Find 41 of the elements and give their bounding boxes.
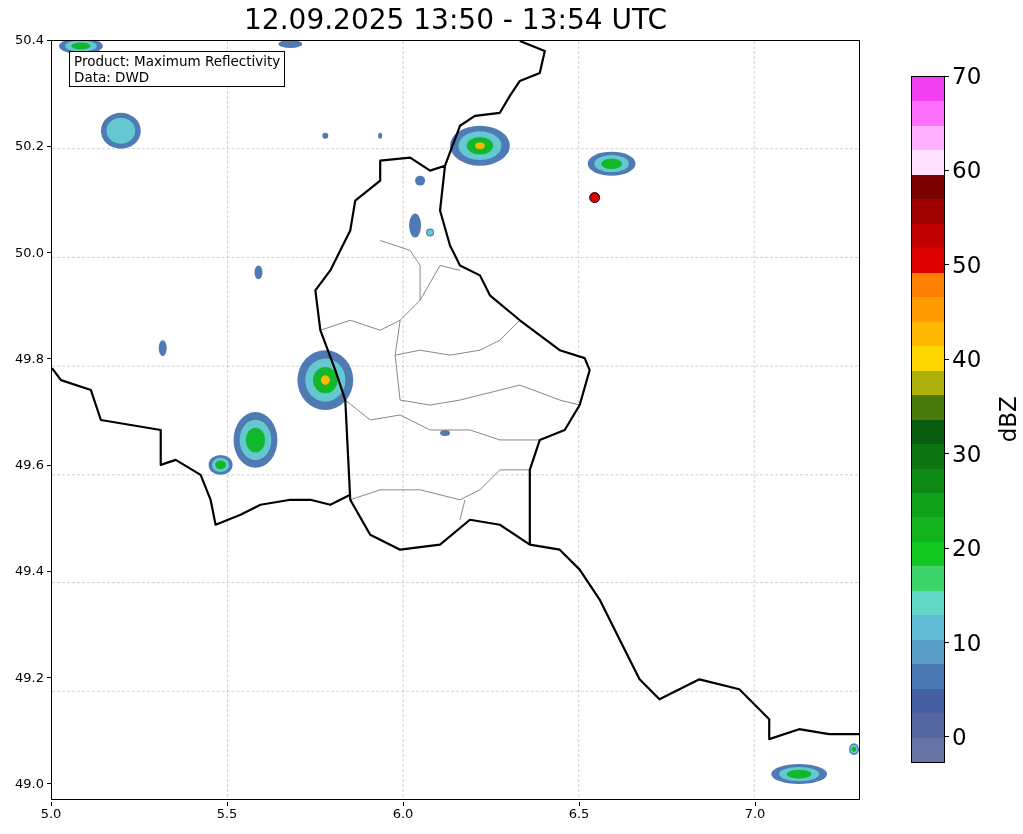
- y-tick-label: 50.4: [15, 32, 44, 48]
- legend-text: Product: Maximum Reflectivity: [74, 53, 281, 69]
- radar-echo-drawing: [378, 132, 383, 139]
- colorbar-label: dBZ: [994, 396, 1023, 443]
- y-tick-label: 49.6: [15, 457, 44, 474]
- x-tick-label: 6.0: [392, 806, 414, 822]
- radar-echo-drawing: [587, 151, 636, 176]
- radar-echo-drawing: [771, 764, 828, 785]
- x-tick-label: 6.5: [568, 806, 590, 822]
- y-tick-label: 49.8: [15, 350, 44, 367]
- radar-echo-drawing: [409, 213, 422, 238]
- colorbar-tick-label: 40: [952, 346, 982, 373]
- colorbar-tick-label: 0: [952, 723, 967, 750]
- radar-echo-drawing: [278, 41, 303, 48]
- radar-echo-drawing: [322, 132, 329, 139]
- colorbar-tick-label: 70: [952, 63, 982, 89]
- x-tick-label: 5.5: [216, 806, 238, 822]
- radar-echo-drawing: [158, 340, 167, 357]
- radar-echo-drawing: [440, 429, 450, 436]
- y-tick-label: 49.4: [15, 563, 44, 580]
- y-tick-label: 49.2: [15, 669, 44, 686]
- colorbar-tick-label: 50: [952, 251, 982, 278]
- colorbar-tick-label: 60: [952, 157, 982, 184]
- colorbar-tick-label: 20: [952, 535, 982, 562]
- y-tick-label: 50.2: [15, 138, 44, 155]
- x-tick-label: 7.0: [744, 806, 766, 822]
- radar-echo-drawing: [426, 228, 435, 237]
- radar-echo-drawing: [415, 175, 426, 186]
- legend-text: Data: DWD: [74, 69, 151, 85]
- radar-echo-drawing: [254, 265, 263, 280]
- y-tick-label: 50.0: [15, 244, 44, 261]
- x-tick-label: 5.0: [40, 806, 62, 822]
- colorbar-tick-label: 30: [952, 440, 982, 467]
- y-tick-label: 49.0: [15, 775, 44, 792]
- radar-echo-drawing: [450, 125, 510, 166]
- radar-echo-drawing: [100, 112, 141, 149]
- radar-echo-drawing: [849, 743, 859, 756]
- colorbar-tick-label: 10: [952, 629, 982, 656]
- chart-title: 12.09.2025 13:50 - 13:54 UTC: [243, 2, 668, 38]
- radar-echo-drawing: [297, 350, 354, 411]
- location-marker-icon: [589, 192, 601, 204]
